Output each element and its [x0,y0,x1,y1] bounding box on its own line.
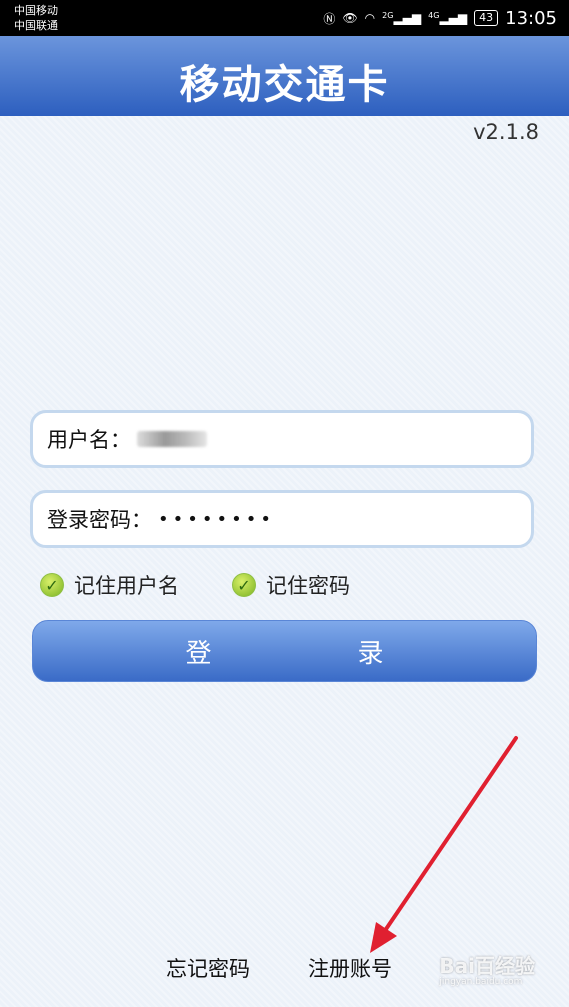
watermark-sub: jingyan.baidu.com [439,977,523,987]
red-arrow-annotation [370,736,518,953]
register-link[interactable]: 注册账号 [308,953,392,983]
forgot-password-link[interactable]: 忘记密码 [166,953,250,983]
baidu-watermark: Bai百经验 jingyan.baidu.com [439,950,535,987]
watermark-text: Bai百经验 [439,954,535,978]
